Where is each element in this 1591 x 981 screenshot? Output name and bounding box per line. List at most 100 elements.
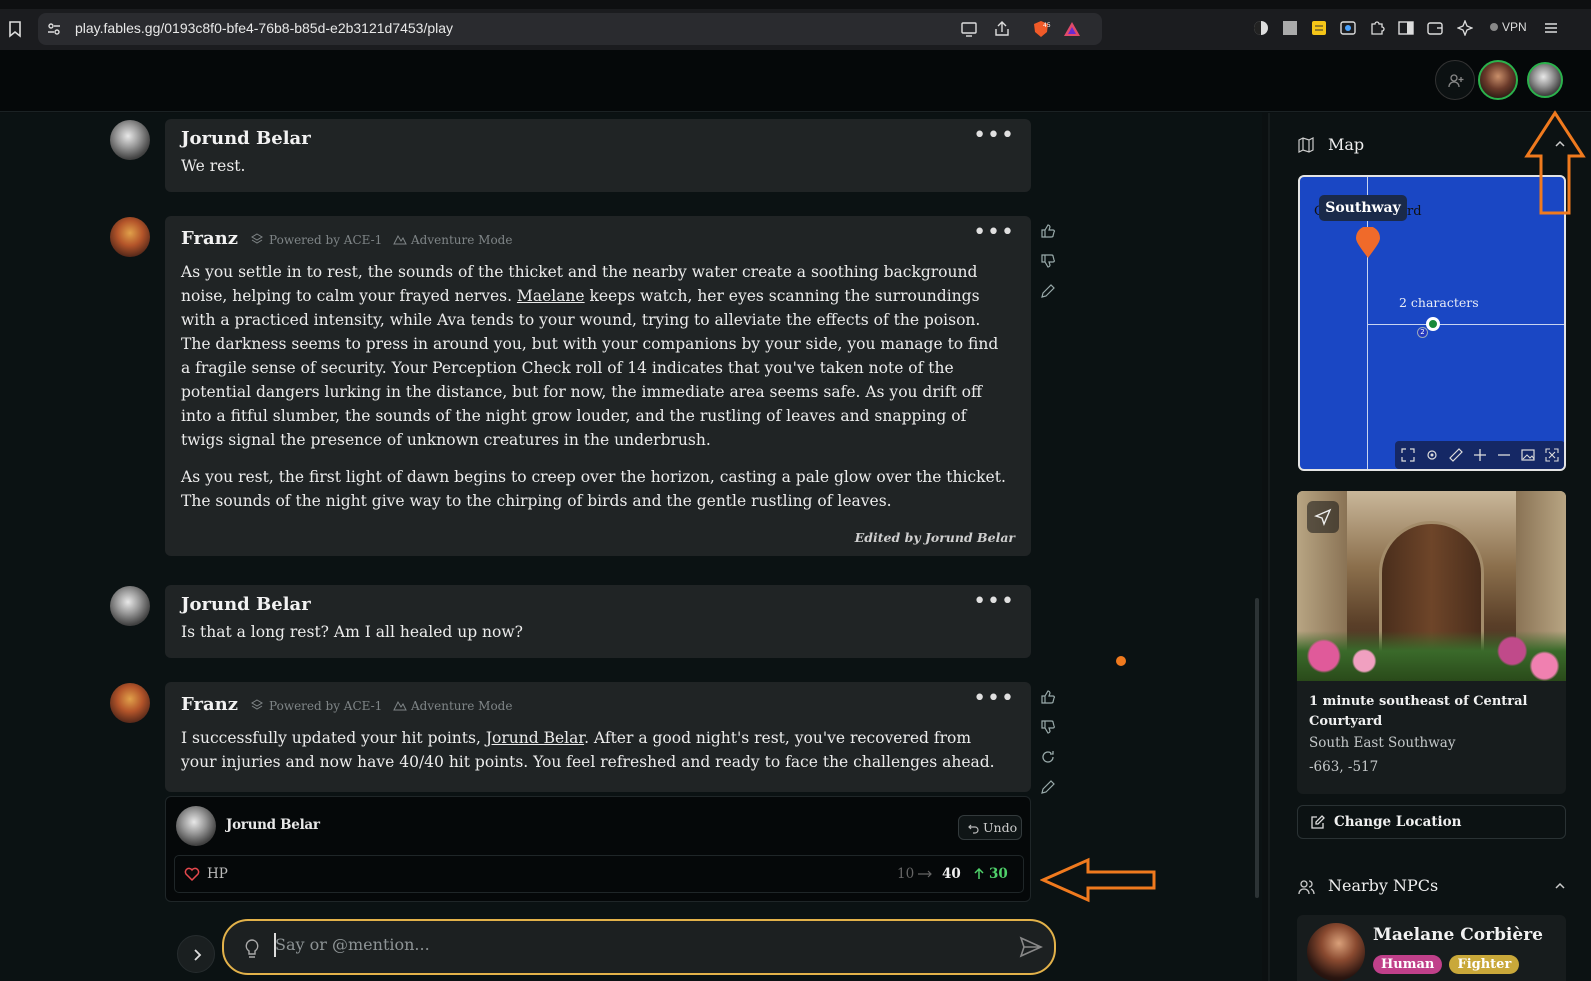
location-title: 1 minute southeast of Central Courtyard	[1309, 694, 1528, 729]
location-image	[1297, 491, 1566, 681]
zoom-out-icon[interactable]	[1497, 448, 1511, 462]
map-road	[1367, 324, 1564, 325]
more-options-button[interactable]: •••	[973, 123, 1015, 148]
map-toolbar	[1395, 441, 1564, 469]
lightbulb-icon[interactable]	[244, 939, 260, 959]
message-card: Franz Powered by ACE-1 Adventure Mode ••…	[165, 216, 1031, 556]
thumbs-up-icon[interactable]	[1040, 223, 1058, 241]
browser-toolbar: play.fables.gg/0193c8f0-bfe4-76b8-b85d-e…	[0, 0, 1591, 50]
thumbs-down-icon[interactable]	[1040, 719, 1058, 737]
site-settings-icon[interactable]	[46, 21, 62, 37]
change-location-button[interactable]: Change Location	[1297, 805, 1566, 839]
edited-note: Edited by Jorund Belar	[854, 530, 1015, 545]
delta-value: 30	[989, 866, 1008, 882]
character-count-badge: 2	[1417, 327, 1428, 338]
leo-ai-icon[interactable]	[1457, 20, 1475, 38]
text-cursor	[274, 933, 276, 957]
more-options-button[interactable]: •••	[973, 686, 1015, 711]
extension-icon[interactable]	[1282, 20, 1300, 38]
fullscreen-icon[interactable]	[1401, 448, 1415, 462]
player-avatar[interactable]	[1478, 60, 1518, 100]
message-author: Franz	[181, 694, 238, 715]
navigation-arrow-icon	[1314, 508, 1332, 526]
npc-link[interactable]: Maelane	[517, 287, 585, 305]
location-region: South East Southway	[1309, 735, 1456, 751]
annotation-arrow-left-icon	[1040, 856, 1158, 904]
message-author: Jorund Belar	[181, 594, 311, 615]
brave-rewards-icon[interactable]	[1063, 20, 1081, 38]
sidebar-toggle-icon[interactable]	[1398, 20, 1416, 38]
undo-icon	[968, 822, 980, 834]
race-badge: Human	[1373, 955, 1443, 974]
heart-icon	[184, 867, 200, 881]
message-input[interactable]: Say or @mention...	[222, 919, 1056, 975]
party-marker[interactable]	[1426, 317, 1440, 331]
edit-icon[interactable]	[1040, 779, 1058, 797]
send-icon[interactable]	[1019, 936, 1043, 958]
mode-label: Adventure Mode	[411, 233, 513, 247]
invite-player-button[interactable]	[1435, 60, 1475, 100]
avatar[interactable]	[110, 217, 150, 257]
notes-extension-icon[interactable]	[1311, 20, 1329, 38]
message-card: Jorund Belar ••• We rest.	[165, 119, 1031, 192]
image-icon[interactable]	[1521, 448, 1535, 462]
npc-avatar	[1307, 923, 1365, 981]
layers-icon	[251, 233, 263, 245]
ruler-icon[interactable]	[1449, 448, 1463, 462]
svg-text:45: 45	[1043, 22, 1051, 29]
chat-scrollbar[interactable]	[1255, 598, 1259, 898]
message-author: Franz	[181, 228, 238, 249]
vpn-status-icon	[1490, 23, 1498, 31]
expand-icon[interactable]	[1545, 448, 1559, 462]
cast-icon[interactable]	[960, 20, 978, 38]
bookmark-icon[interactable]	[7, 20, 25, 38]
edit-icon[interactable]	[1040, 283, 1058, 301]
undo-button[interactable]: Undo	[958, 815, 1022, 840]
more-options-button[interactable]: •••	[973, 220, 1015, 245]
stat-label: HP	[207, 866, 228, 882]
avatar[interactable]	[110, 683, 150, 723]
arrow-up-icon	[973, 868, 985, 880]
chevron-up-icon[interactable]	[1554, 880, 1566, 892]
url-text: play.fables.gg/0193c8f0-bfe4-76b8-b85d-e…	[75, 20, 454, 36]
expand-button[interactable]	[177, 935, 215, 973]
stat-update-card: Jorund Belar Undo HP 10 40 30	[165, 796, 1031, 902]
message-author: Jorund Belar	[181, 128, 311, 149]
screenshot-extension-icon[interactable]	[1340, 20, 1358, 38]
message-text: We rest.	[181, 157, 246, 175]
wallet-icon[interactable]	[1427, 20, 1445, 38]
characters-label: 2 characters	[1399, 295, 1479, 310]
thumbs-up-icon[interactable]	[1040, 689, 1058, 707]
menu-icon[interactable]	[1543, 20, 1561, 38]
map-view[interactable]: C rd Southway 2 characters 2	[1298, 175, 1566, 471]
layers-icon	[251, 699, 263, 711]
cursor-dot	[1116, 656, 1126, 666]
app-header	[0, 50, 1591, 112]
zoom-in-icon[interactable]	[1473, 448, 1487, 462]
address-bar[interactable]: play.fables.gg/0193c8f0-bfe4-76b8-b85d-e…	[38, 13, 1102, 45]
locate-icon[interactable]	[1425, 448, 1439, 462]
extensions-puzzle-icon[interactable]	[1369, 20, 1387, 38]
powered-by-label: Powered by ACE-1	[269, 233, 383, 247]
brave-shields-icon[interactable]: 45	[1031, 19, 1051, 39]
mountain-icon	[393, 233, 407, 245]
avatar[interactable]	[110, 586, 150, 626]
regenerate-icon[interactable]	[1040, 749, 1058, 767]
edit-square-icon	[1310, 815, 1325, 830]
class-badge: Fighter	[1449, 955, 1520, 974]
map-location-label-partial: rd	[1407, 204, 1422, 219]
navigate-button[interactable]	[1307, 501, 1339, 533]
player-link[interactable]: Jorund Belar	[486, 729, 584, 747]
avatar[interactable]	[110, 120, 150, 160]
npc-card[interactable]: Maelane Corbière Human Fighter	[1297, 915, 1566, 981]
user-avatar[interactable]	[1527, 62, 1563, 98]
avatar	[176, 806, 216, 846]
vpn-button[interactable]: VPN	[1490, 20, 1527, 34]
share-icon[interactable]	[993, 20, 1011, 38]
dark-mode-icon[interactable]	[1253, 20, 1271, 38]
thumbs-down-icon[interactable]	[1040, 253, 1058, 271]
arrow-right-icon	[917, 869, 933, 879]
location-pin-icon[interactable]	[1355, 227, 1381, 259]
npc-name: Maelane Corbière	[1373, 925, 1543, 945]
more-options-button[interactable]: •••	[973, 589, 1015, 614]
